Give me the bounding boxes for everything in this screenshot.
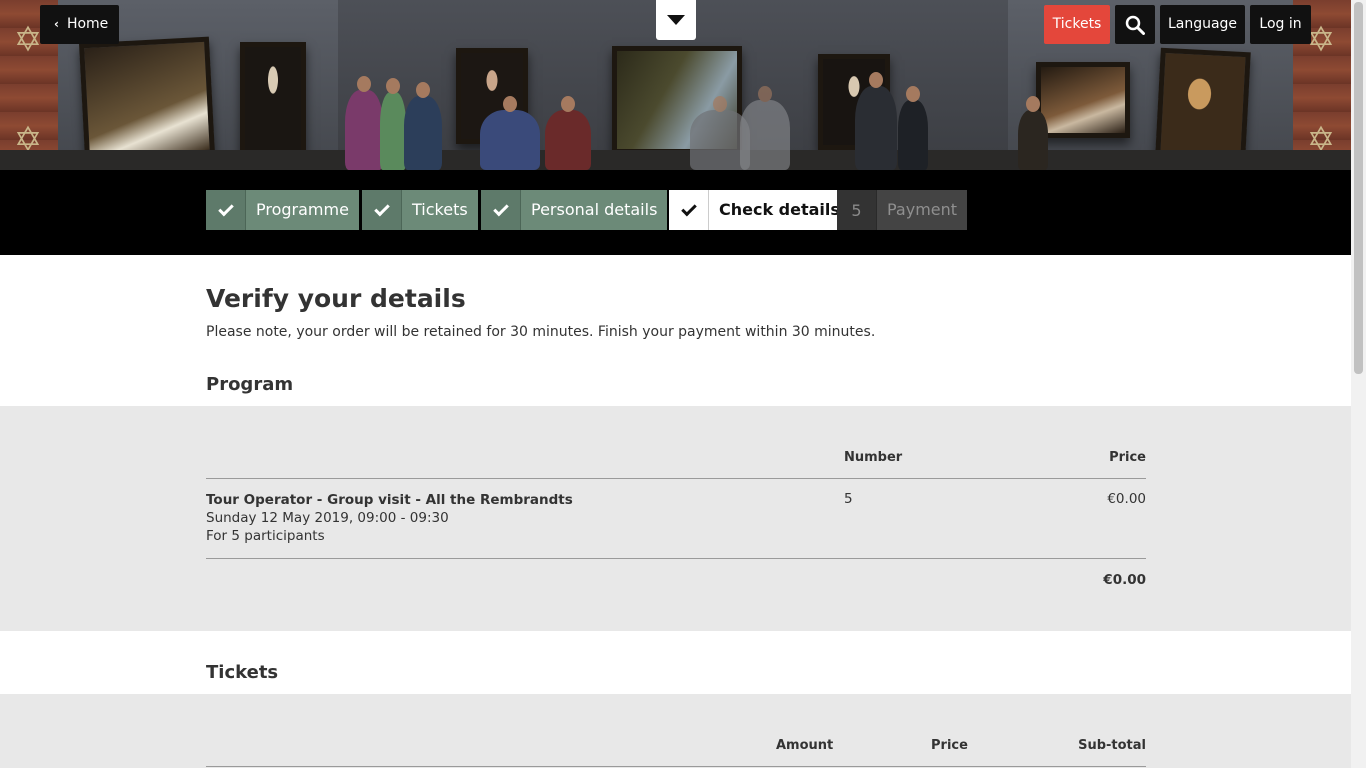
step-label: Personal details — [521, 190, 668, 230]
program-item-date: Sunday 12 May 2019, 09:00 - 09:30 — [206, 510, 449, 526]
col-subtotal-header: Sub-total — [1078, 738, 1146, 753]
program-total: €0.00 — [1103, 572, 1146, 588]
step-tickets[interactable]: Tickets — [362, 190, 478, 230]
program-item-participants: For 5 participants — [206, 528, 325, 544]
scrollbar-thumb[interactable] — [1354, 2, 1363, 374]
col-amount-header: Amount — [776, 738, 834, 753]
program-item-number: 5 — [844, 491, 853, 507]
page-title: Verify your details — [206, 284, 466, 313]
col-price-header: Price — [1109, 450, 1146, 465]
chevron-left-icon: ‹ — [54, 17, 59, 31]
caret-down-icon — [667, 15, 685, 25]
program-item-price: €0.00 — [1107, 491, 1146, 507]
check-icon — [669, 190, 709, 230]
step-label: Programme — [246, 190, 359, 230]
tickets-heading: Tickets — [206, 662, 279, 683]
step-label: Check details — [709, 190, 850, 230]
step-label: Payment — [877, 190, 968, 230]
divider — [206, 766, 1146, 767]
check-icon — [362, 190, 402, 230]
check-icon — [206, 190, 246, 230]
search-icon — [1125, 15, 1145, 35]
step-label: Tickets — [402, 190, 478, 230]
step-personal-details[interactable]: Personal details — [481, 190, 668, 230]
tickets-button[interactable]: Tickets — [1044, 5, 1110, 44]
step-number: 5 — [837, 190, 877, 230]
search-button[interactable] — [1115, 5, 1155, 44]
retention-note: Please note, your order will be retained… — [206, 324, 876, 340]
tickets-table: Amount Price Sub-total — [0, 694, 1351, 768]
menu-dropdown-toggle[interactable] — [656, 0, 696, 40]
language-button[interactable]: Language — [1160, 5, 1245, 44]
program-table: Number Price Tour Operator - Group visit… — [0, 406, 1351, 631]
col-price-header: Price — [931, 738, 968, 753]
program-heading: Program — [206, 374, 294, 395]
page-scrollbar[interactable] — [1351, 0, 1366, 768]
step-check-details: Check details — [669, 190, 850, 230]
checkout-steps: Programme Tickets Personal details Check… — [0, 170, 1351, 255]
login-button[interactable]: Log in — [1250, 5, 1311, 44]
divider — [206, 478, 1146, 479]
program-item-title: Tour Operator - Group visit - All the Re… — [206, 492, 573, 508]
col-number-header: Number — [844, 450, 903, 465]
home-label: Home — [66, 16, 109, 32]
check-icon — [481, 190, 521, 230]
step-payment: 5 Payment — [837, 190, 968, 230]
step-programme[interactable]: Programme — [206, 190, 359, 230]
divider — [206, 558, 1146, 559]
home-button[interactable]: ‹ Home — [40, 5, 119, 44]
